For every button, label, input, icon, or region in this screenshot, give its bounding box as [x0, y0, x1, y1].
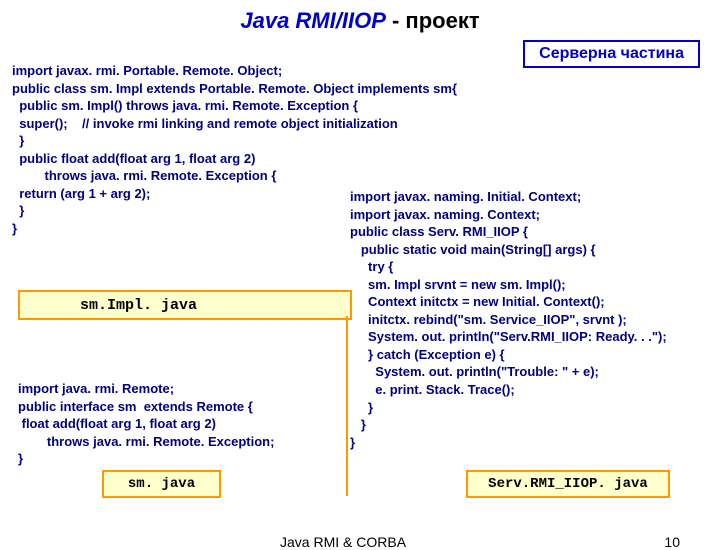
title-rest: - проект — [386, 8, 480, 33]
server-part-badge: Серверна частина — [523, 40, 700, 68]
page-number: 10 — [664, 534, 680, 550]
code-serv-class: import javax. naming. Initial. Context; … — [350, 188, 667, 451]
filename-serv: Serv.RMI_IIOP. java — [488, 476, 648, 492]
title-emphasis: Java RMI/IIOP — [240, 8, 386, 33]
filename-sm: sm. java — [128, 476, 195, 492]
divider-line — [346, 316, 348, 496]
filename-box-sm: sm. java — [102, 470, 221, 498]
filename-box-smimpl: sm.Impl. java — [18, 290, 352, 320]
footer-text: Java RMI & CORBA — [280, 534, 406, 550]
slide-title: Java RMI/IIOP - проект — [0, 0, 720, 38]
filename-box-serv: Serv.RMI_IIOP. java — [466, 470, 670, 498]
code-sm-interface: import java. rmi. Remote; public interfa… — [18, 380, 274, 468]
filename-smimpl: sm.Impl. java — [20, 297, 197, 314]
